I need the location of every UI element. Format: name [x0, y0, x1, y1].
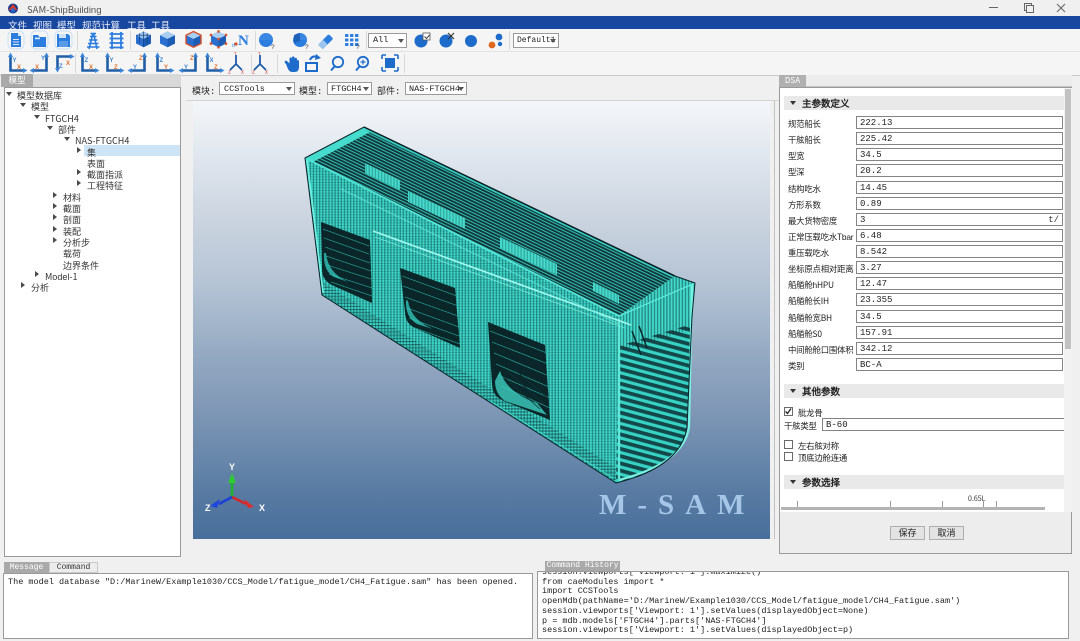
svg-text:N: N [238, 33, 249, 49]
svg-text:M-SAM: M-SAM [599, 489, 755, 521]
svg-text:Z: Z [190, 56, 194, 62]
svg-text:?: ? [305, 41, 309, 51]
svg-text:d: d [232, 42, 235, 49]
svg-text:Z: Z [139, 56, 143, 62]
svg-text:Z: Z [59, 64, 63, 70]
svg-text:Y: Y [229, 462, 235, 472]
svg-text:Z: Z [85, 58, 89, 64]
svg-text:Z: Z [160, 58, 164, 64]
svg-text:X: X [66, 61, 70, 67]
svg-text:X: X [259, 503, 265, 513]
svg-text:Y: Y [110, 58, 114, 64]
svg-text:X: X [35, 65, 39, 71]
svg-text:?: ? [356, 41, 360, 51]
svg-text:Z: Z [205, 503, 211, 513]
svg-text:Y: Y [164, 65, 168, 71]
svg-text:Y: Y [257, 52, 261, 57]
svg-text:Z: Z [214, 65, 218, 71]
svg-text:Y: Y [133, 65, 137, 71]
svg-text:Z: Z [228, 69, 231, 76]
svg-text:X: X [17, 65, 21, 71]
svg-text:X: X [265, 69, 268, 76]
svg-text:Y: Y [41, 56, 45, 62]
svg-text:Z: Z [114, 65, 118, 71]
svg-text:Y: Y [184, 65, 188, 71]
svg-text:X: X [89, 65, 93, 71]
svg-text:?: ? [271, 41, 275, 51]
svg-text:Y: Y [233, 52, 237, 57]
svg-text:X: X [210, 58, 214, 64]
svg-text:X: X [241, 69, 244, 76]
svg-text:Z: Z [252, 69, 255, 76]
svg-text:Y: Y [13, 58, 17, 64]
